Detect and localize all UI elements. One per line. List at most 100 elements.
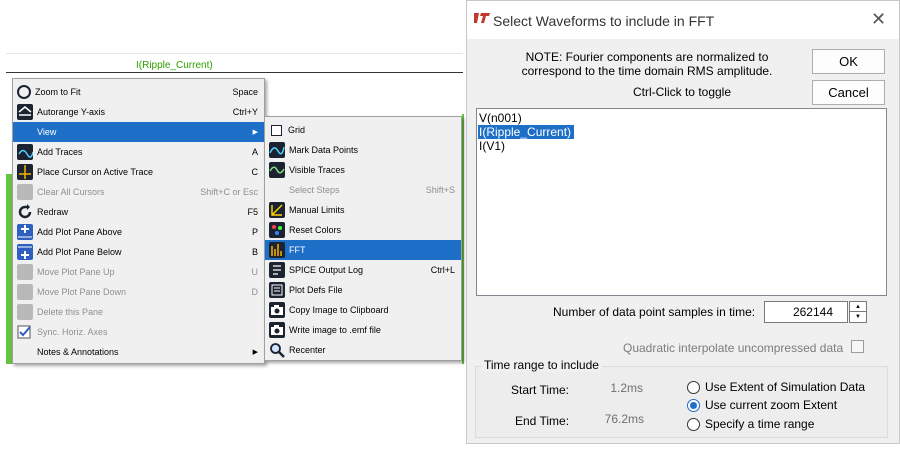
end-time-value: 76.2ms <box>604 412 644 426</box>
radio-simulation-extent[interactable]: Use Extent of Simulation Data <box>687 380 865 394</box>
menu-item-copy-image[interactable]: Copy Image to Clipboard <box>265 300 461 320</box>
move-pane-up-icon <box>17 264 33 280</box>
menu-item-add-pane-above[interactable]: Add Plot Pane Above P <box>13 222 264 242</box>
menu-item-reset-colors[interactable]: Reset Colors <box>265 220 461 240</box>
menu-item-write-emf[interactable]: Write image to .emf file <box>265 320 461 340</box>
spin-down-icon[interactable]: ▼ <box>850 312 866 322</box>
menu-item-label: Write image to .emf file <box>289 325 381 335</box>
menu-icon-spacer <box>17 344 33 360</box>
menu-item-shortcut: C <box>251 167 259 177</box>
menu-item-spice-output-log[interactable]: SPICE Output Log Ctrl+L <box>265 260 461 280</box>
menu-item-autorange[interactable]: Autorange Y-axis Ctrl+Y <box>13 102 264 122</box>
waveform-item[interactable]: V(n001) <box>478 111 525 125</box>
radio-label: Use Extent of Simulation Data <box>705 380 866 394</box>
menu-item-recenter[interactable]: Recenter <box>265 340 461 360</box>
ok-button[interactable]: OK <box>812 49 885 74</box>
menu-item-label: Place Cursor on Active Trace <box>37 167 154 177</box>
menu-item-label: Autorange Y-axis <box>37 107 106 117</box>
spin-up-icon[interactable]: ▲ <box>850 302 866 312</box>
ltspice-logo-icon <box>473 11 491 25</box>
zoom-fit-icon <box>17 85 31 99</box>
menu-item-label: Reset Colors <box>289 225 342 235</box>
menu-item-sync-axes[interactable]: Sync. Horiz. Axes <box>13 322 264 342</box>
menu-item-label: Move Plot Pane Up <box>37 267 115 277</box>
menu-item-manual-limits[interactable]: Manual Limits <box>265 200 461 220</box>
quadratic-checkbox[interactable] <box>851 340 864 353</box>
menu-item-move-pane-down[interactable]: Move Plot Pane Down D <box>13 282 264 302</box>
submenu-arrow-icon: ▶ <box>252 349 258 356</box>
menu-item-place-cursor[interactable]: Place Cursor on Active Trace C <box>13 162 264 182</box>
menu-item-shortcut: Space <box>232 87 258 97</box>
menu-item-shortcut: B <box>251 247 258 257</box>
menu-item-label: FFT <box>289 245 306 255</box>
waveform-list[interactable]: V(n001) I(Ripple_Current) I(V1) <box>476 108 887 296</box>
menu-item-delete-pane[interactable]: Delete this Pane <box>13 302 264 322</box>
menu-item-select-steps[interactable]: Select Steps Shift+S <box>265 180 461 200</box>
menu-item-label: Copy Image to Clipboard <box>289 305 389 315</box>
menu-item-grid[interactable]: Grid <box>265 120 461 140</box>
radio-button-checked[interactable] <box>687 398 700 412</box>
trace-title[interactable]: I(Ripple_Current) <box>136 60 213 71</box>
menu-item-shortcut: A <box>251 147 258 157</box>
menu-item-mark-data-points[interactable]: Mark Data Points <box>265 140 461 160</box>
menu-item-label: Mark Data Points <box>289 145 359 155</box>
add-traces-icon <box>17 144 33 160</box>
trace-fill <box>462 114 464 364</box>
note-line: NOTE: Fourier components are normalized … <box>525 50 769 64</box>
radio-zoom-extent[interactable]: Use current zoom Extent <box>687 398 837 412</box>
waveform-item[interactable]: I(V1) <box>478 139 508 153</box>
waveform-item-selected[interactable]: I(Ripple_Current) <box>478 125 575 139</box>
menu-item-label: Manual Limits <box>289 205 345 215</box>
menu-item-add-traces[interactable]: Add Traces A <box>13 142 264 162</box>
cursor-icon <box>17 164 33 180</box>
redraw-icon <box>17 204 33 220</box>
menu-item-label: Plot Defs File <box>289 285 343 295</box>
menu-item-zoom-to-fit[interactable]: Zoom to Fit Space <box>13 82 264 102</box>
quadratic-label: Quadratic interpolate uncompressed data <box>623 341 844 355</box>
cancel-button[interactable]: Cancel <box>812 80 885 105</box>
spice-log-icon <box>269 262 285 278</box>
menu-item-view[interactable]: View ▶ <box>13 122 264 142</box>
recenter-icon <box>269 342 285 358</box>
start-time-value: 1.2ms <box>610 381 643 395</box>
dialog-title: Select Waveforms to include in FFT <box>493 13 715 29</box>
radio-specify-range[interactable]: Specify a time range <box>687 417 814 431</box>
menu-item-label: Select Steps <box>289 185 340 195</box>
grid-checkbox-icon <box>271 124 282 136</box>
menu-item-label: Notes & Annotations <box>37 347 119 357</box>
menu-item-move-pane-up[interactable]: Move Plot Pane Up U <box>13 262 264 282</box>
menu-item-redraw[interactable]: Redraw F5 <box>13 202 264 222</box>
menu-item-clear-cursors[interactable]: Clear All Cursors Shift+C or Esc <box>13 182 264 202</box>
menu-item-visible-traces[interactable]: Visible Traces <box>265 160 461 180</box>
menu-item-label: Add Plot Pane Above <box>37 227 123 237</box>
menu-item-label: Sync. Horiz. Axes <box>37 327 108 337</box>
close-icon[interactable]: ✕ <box>871 9 886 30</box>
menu-item-shortcut: Ctrl+L <box>430 265 455 275</box>
add-pane-below-icon <box>17 244 33 260</box>
fourier-note: NOTE: Fourier components are normalized … <box>497 50 797 78</box>
menu-item-shortcut: Shift+C or Esc <box>200 187 258 197</box>
menu-item-fft[interactable]: FFT <box>265 240 461 260</box>
menu-item-shortcut: Shift+S <box>425 185 455 195</box>
samples-spinner[interactable]: ▲ ▼ <box>849 301 867 323</box>
menu-item-shortcut: D <box>251 287 259 297</box>
submenu-arrow-icon: ▶ <box>252 129 258 136</box>
menu-item-plot-defs-file[interactable]: Plot Defs File <box>265 280 461 300</box>
samples-input[interactable]: 262144 <box>764 301 848 323</box>
menu-item-label: Recenter <box>289 345 326 355</box>
camera-icon <box>269 302 285 318</box>
menu-item-label: Move Plot Pane Down <box>37 287 127 297</box>
radio-label: Specify a time range <box>705 417 815 431</box>
fft-icon <box>269 242 285 258</box>
menu-item-notes-annotations[interactable]: Notes & Annotations ▶ <box>13 342 264 362</box>
radio-button[interactable] <box>687 380 700 394</box>
dialog-titlebar[interactable]: Select Waveforms to include in FFT ✕ <box>467 1 899 39</box>
menu-item-add-pane-below[interactable]: Add Plot Pane Below B <box>13 242 264 262</box>
delete-pane-icon <box>17 304 33 320</box>
menu-icon-spacer <box>269 182 285 198</box>
note-line: correspond to the time domain RMS amplit… <box>521 64 773 78</box>
clear-cursors-icon <box>17 184 33 200</box>
menu-item-label: Add Traces <box>37 147 83 157</box>
reset-colors-icon <box>269 222 285 238</box>
radio-button[interactable] <box>687 417 700 431</box>
